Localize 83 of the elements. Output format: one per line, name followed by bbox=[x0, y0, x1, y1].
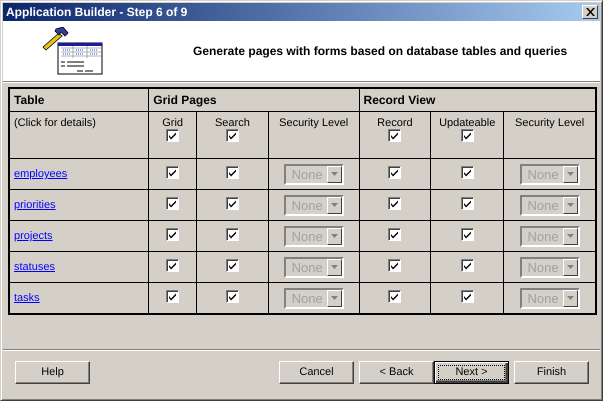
step-description: Generate pages with forms based on database tables and queries bbox=[193, 44, 568, 58]
column-header: Security Level bbox=[514, 117, 586, 129]
check-icon bbox=[167, 167, 178, 178]
check-icon bbox=[389, 260, 400, 271]
check-icon bbox=[167, 130, 178, 141]
column-header: Record bbox=[376, 117, 414, 129]
column-group-header: Table bbox=[14, 93, 44, 107]
dropdown-arrow-icon bbox=[330, 172, 338, 176]
check-icon bbox=[226, 260, 238, 271]
checkbox[interactable] bbox=[226, 129, 239, 142]
table-link[interactable]: employees bbox=[14, 168, 68, 180]
table-link[interactable]: statuses bbox=[14, 261, 55, 273]
check-icon bbox=[462, 260, 473, 271]
dropdown-arrow-icon bbox=[330, 203, 338, 207]
wizard-button[interactable]: < Back bbox=[359, 360, 434, 384]
column-header: Search bbox=[214, 117, 251, 129]
column-group-header: Record View bbox=[364, 93, 436, 107]
checkbox[interactable] bbox=[226, 290, 239, 303]
check-icon bbox=[167, 198, 178, 209]
close-icon bbox=[586, 8, 594, 16]
checkbox[interactable] bbox=[226, 228, 239, 241]
checkbox[interactable] bbox=[388, 166, 402, 179]
dropdown-arrow-icon bbox=[566, 172, 574, 176]
checkbox[interactable] bbox=[388, 290, 402, 303]
checkbox[interactable] bbox=[460, 259, 474, 272]
table-link[interactable]: tasks bbox=[14, 292, 40, 304]
dropdown-arrow-icon bbox=[330, 234, 338, 238]
check-icon bbox=[389, 130, 400, 141]
check-icon bbox=[167, 260, 178, 271]
column-header: Updateable bbox=[438, 117, 496, 129]
check-icon bbox=[462, 198, 473, 209]
check-icon bbox=[226, 198, 238, 209]
window-title: Application Builder - Step 6 of 9 bbox=[6, 5, 188, 19]
check-icon bbox=[167, 229, 178, 240]
check-icon bbox=[226, 229, 238, 240]
check-icon bbox=[389, 291, 400, 302]
wizard-button[interactable]: Finish bbox=[514, 360, 589, 384]
checkbox[interactable] bbox=[166, 166, 180, 179]
column-header: (Click for details) bbox=[14, 117, 97, 129]
wizard-button[interactable]: Next > bbox=[434, 360, 509, 384]
dropdown-arrow-icon bbox=[566, 234, 574, 238]
checkbox[interactable] bbox=[166, 197, 180, 210]
checkbox[interactable] bbox=[460, 290, 474, 303]
form-builder-icon bbox=[41, 27, 103, 75]
checkbox[interactable] bbox=[226, 197, 239, 210]
checkbox[interactable] bbox=[166, 228, 180, 241]
check-icon bbox=[462, 291, 473, 302]
checkbox[interactable] bbox=[166, 259, 180, 272]
checkbox[interactable] bbox=[388, 129, 402, 142]
checkbox[interactable] bbox=[226, 259, 239, 272]
check-icon bbox=[226, 167, 238, 178]
check-icon bbox=[226, 291, 238, 302]
checkbox[interactable] bbox=[460, 228, 474, 241]
check-icon bbox=[462, 167, 473, 178]
check-icon bbox=[389, 198, 400, 209]
column-header: Grid bbox=[161, 117, 184, 129]
checkbox[interactable] bbox=[226, 166, 239, 179]
checkbox[interactable] bbox=[388, 228, 402, 241]
wizard-button[interactable]: Help bbox=[15, 360, 90, 384]
check-icon bbox=[389, 167, 400, 178]
checkbox[interactable] bbox=[460, 129, 474, 142]
checkbox[interactable] bbox=[460, 197, 474, 210]
dropdown-arrow-icon bbox=[566, 296, 574, 300]
wizard-button[interactable]: Cancel bbox=[279, 360, 354, 384]
check-icon bbox=[167, 291, 178, 302]
dropdown-arrow-icon bbox=[330, 265, 338, 269]
checkbox[interactable] bbox=[166, 290, 180, 303]
column-group-header: Grid Pages bbox=[153, 93, 217, 107]
table-link[interactable]: priorities bbox=[14, 199, 56, 211]
check-icon bbox=[389, 229, 400, 240]
check-icon bbox=[226, 130, 238, 141]
checkbox[interactable] bbox=[166, 129, 180, 142]
dropdown-arrow-icon bbox=[566, 265, 574, 269]
check-icon bbox=[462, 229, 473, 240]
checkbox[interactable] bbox=[388, 197, 402, 210]
checkbox[interactable] bbox=[388, 259, 402, 272]
column-header: Security Level bbox=[278, 117, 350, 129]
dropdown-arrow-icon bbox=[330, 296, 338, 300]
checkbox[interactable] bbox=[460, 166, 474, 179]
close-button[interactable] bbox=[582, 5, 598, 19]
check-icon bbox=[462, 130, 473, 141]
table-link[interactable]: projects bbox=[14, 230, 53, 242]
dropdown-arrow-icon bbox=[566, 203, 574, 207]
